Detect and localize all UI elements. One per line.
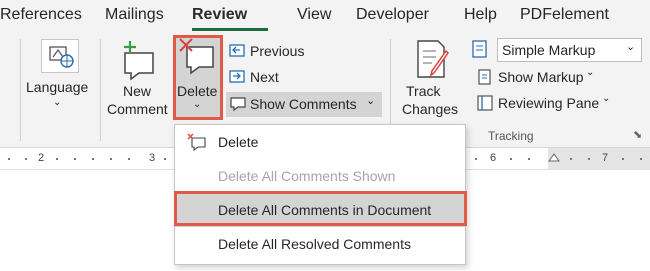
ruler-tick [164, 158, 166, 160]
new-comment-label: Comment [107, 101, 168, 117]
ruler-tick [528, 158, 530, 160]
tab-developer[interactable]: Developer [356, 6, 429, 24]
ruler-tick [622, 158, 624, 160]
chevron-down-icon: ⌄ [53, 97, 62, 108]
previous-comment-button[interactable]: Previous [226, 41, 346, 63]
ruler-tick [640, 158, 642, 160]
ruler-number: 7 [602, 152, 609, 164]
show-comments-button[interactable]: Show Comments ⌄ [226, 92, 382, 117]
menu-item-label: Delete [218, 134, 259, 150]
track-changes-icon [412, 39, 452, 86]
menu-item-label: Delete All Comments Shown [218, 168, 396, 184]
tab-help[interactable]: Help [464, 6, 497, 24]
ruler-tick [56, 158, 58, 160]
ruler-number: 6 [490, 152, 497, 164]
language-icon [41, 39, 79, 73]
show-comments-icon [229, 95, 247, 118]
active-tab-indicator [192, 28, 268, 31]
ruler-tick [74, 158, 76, 160]
next-comment-button[interactable]: Next [226, 67, 346, 89]
track-changes-label: Track [406, 83, 441, 99]
chevron-down-icon: ⌄ [602, 93, 611, 104]
menu-item-delete-all-shown: Delete All Comments Shown [175, 159, 465, 193]
markup-select-value: Simple Markup [502, 42, 596, 58]
ruler-tick [110, 158, 112, 160]
menu-item-label: Delete All Resolved Comments [218, 236, 411, 252]
show-markup-button[interactable]: Show Markup ⌄ [474, 67, 604, 89]
next-icon [228, 68, 246, 91]
dialog-launcher-icon[interactable]: ⬊ [633, 128, 642, 141]
tracking-group-label: Tracking [488, 129, 534, 143]
ruler-tick [570, 158, 572, 160]
language-button[interactable]: Language ⌄ [25, 33, 95, 133]
reviewing-pane-icon [476, 94, 494, 117]
reviewing-pane-button[interactable]: Reviewing Pane ⌄ [474, 93, 624, 115]
display-for-review-icon [470, 38, 496, 62]
previous-icon [228, 42, 246, 65]
ruler-number: 2 [38, 152, 45, 164]
tab-review[interactable]: Review [192, 6, 247, 24]
ribbon-tab-bar: References Mailings Review View Develope… [0, 0, 650, 33]
markup-select[interactable]: Simple Markup ⌄ [497, 38, 642, 62]
chevron-down-icon: ⌄ [626, 41, 636, 53]
right-indent-marker[interactable] [548, 149, 560, 167]
ruler-tick [128, 158, 130, 160]
chevron-down-icon: ⌄ [586, 67, 595, 78]
new-comment-button[interactable]: New Comment [105, 33, 173, 133]
tab-view[interactable]: View [297, 6, 331, 24]
group-separator [100, 39, 101, 141]
ruler-tick [8, 158, 10, 160]
ruler-number: 3 [149, 152, 156, 164]
menu-item-highlight [174, 191, 467, 226]
delete-comment-icon [187, 133, 207, 154]
ruler-tick [92, 158, 94, 160]
ruler-tick [25, 158, 27, 160]
group-separator [20, 39, 21, 141]
next-label: Next [250, 69, 279, 85]
ruler-tick [475, 158, 477, 160]
track-changes-button[interactable]: Track Changes [396, 33, 462, 133]
tab-references[interactable]: References [0, 6, 82, 24]
chevron-down-icon: ⌄ [366, 95, 376, 107]
menu-item-delete-all-resolved[interactable]: Delete All Resolved Comments [175, 227, 465, 261]
new-comment-icon [119, 39, 159, 86]
new-comment-label: New [123, 83, 152, 99]
previous-label: Previous [250, 43, 305, 59]
reviewing-pane-label: Reviewing Pane [498, 95, 600, 111]
ruler-tick [510, 158, 512, 160]
ruler-margin [548, 148, 650, 170]
menu-item-delete[interactable]: Delete [175, 125, 465, 159]
language-label: Language [26, 79, 89, 95]
tab-mailings[interactable]: Mailings [105, 6, 164, 24]
show-comments-label: Show Comments [250, 96, 357, 112]
track-changes-label: Changes [402, 101, 459, 117]
tab-pdfelement[interactable]: PDFelement [520, 6, 609, 24]
delete-button-highlight [173, 35, 223, 120]
show-markup-label: Show Markup [498, 69, 584, 85]
ruler-tick [588, 158, 590, 160]
show-markup-icon [476, 68, 494, 91]
